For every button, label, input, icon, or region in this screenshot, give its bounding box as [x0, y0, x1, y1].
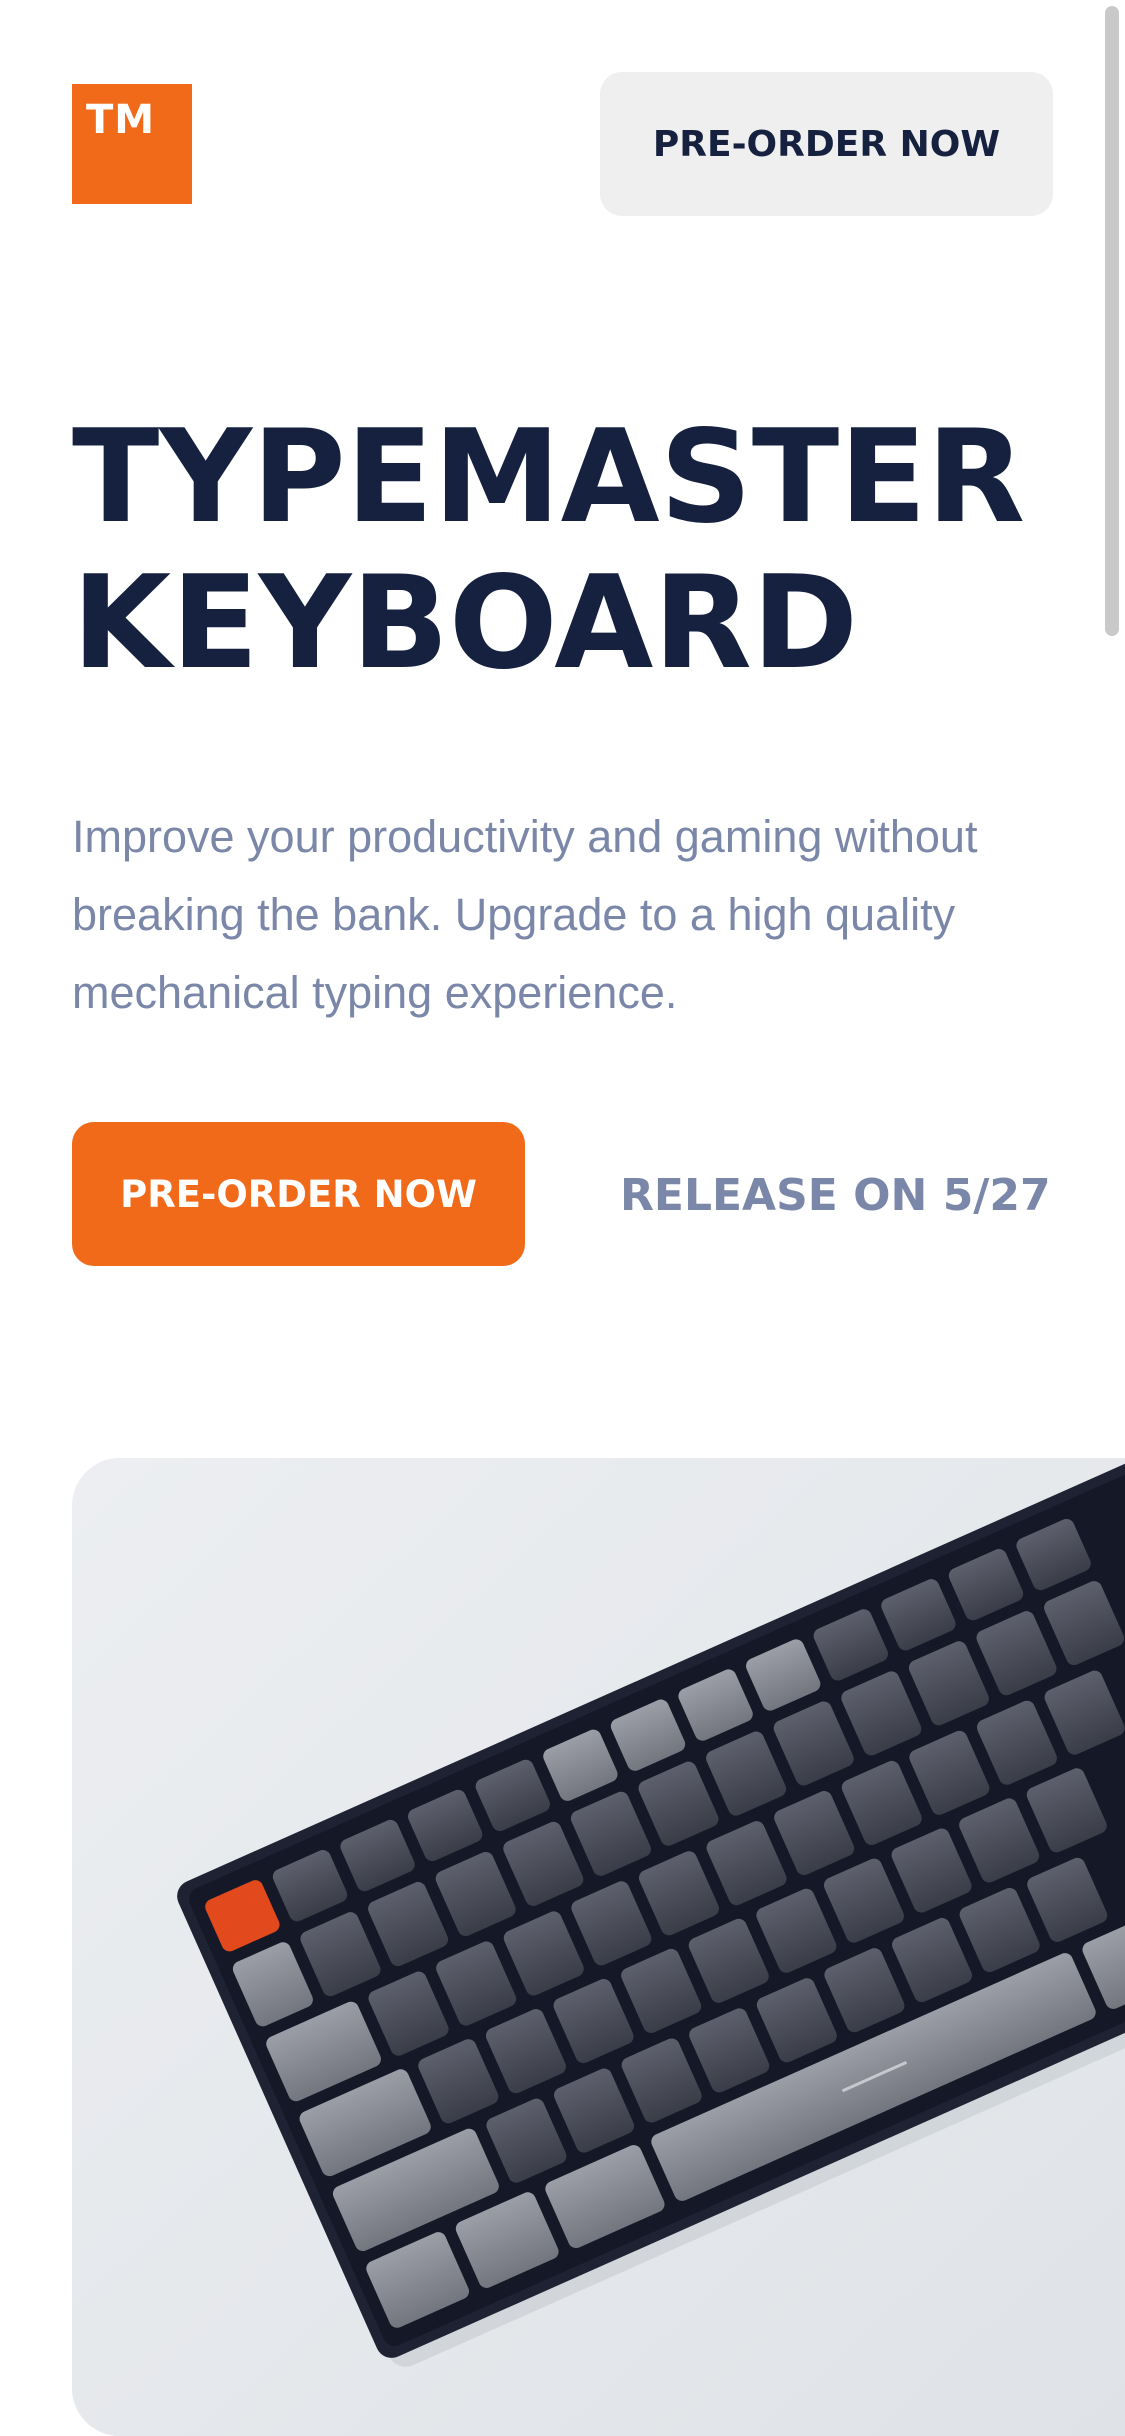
logo-text: TM [86, 97, 156, 143]
release-date-text: RELEASE ON 5/27 [620, 1170, 1051, 1221]
keyboard-photo [72, 1458, 1125, 2436]
hero-preorder-button[interactable]: PRE-ORDER NOW [72, 1122, 525, 1266]
hero-description: Improve your productivity and gaming wit… [72, 811, 978, 1018]
landing-page: TM PRE-ORDER NOW TYPEMASTER KEYBOARD Imp… [0, 0, 1125, 2436]
page-scrollbar[interactable] [1105, 6, 1119, 636]
keyboard-illustration [72, 1458, 1125, 2436]
hero-title-line-2: KEYBOARD [72, 549, 859, 698]
brand-logo[interactable]: TM [72, 84, 192, 204]
hero-title-line-1: TYPEMASTER [72, 403, 1026, 552]
header-preorder-button[interactable]: PRE-ORDER NOW [600, 72, 1053, 216]
hero-title: TYPEMASTER KEYBOARD [72, 405, 1072, 697]
